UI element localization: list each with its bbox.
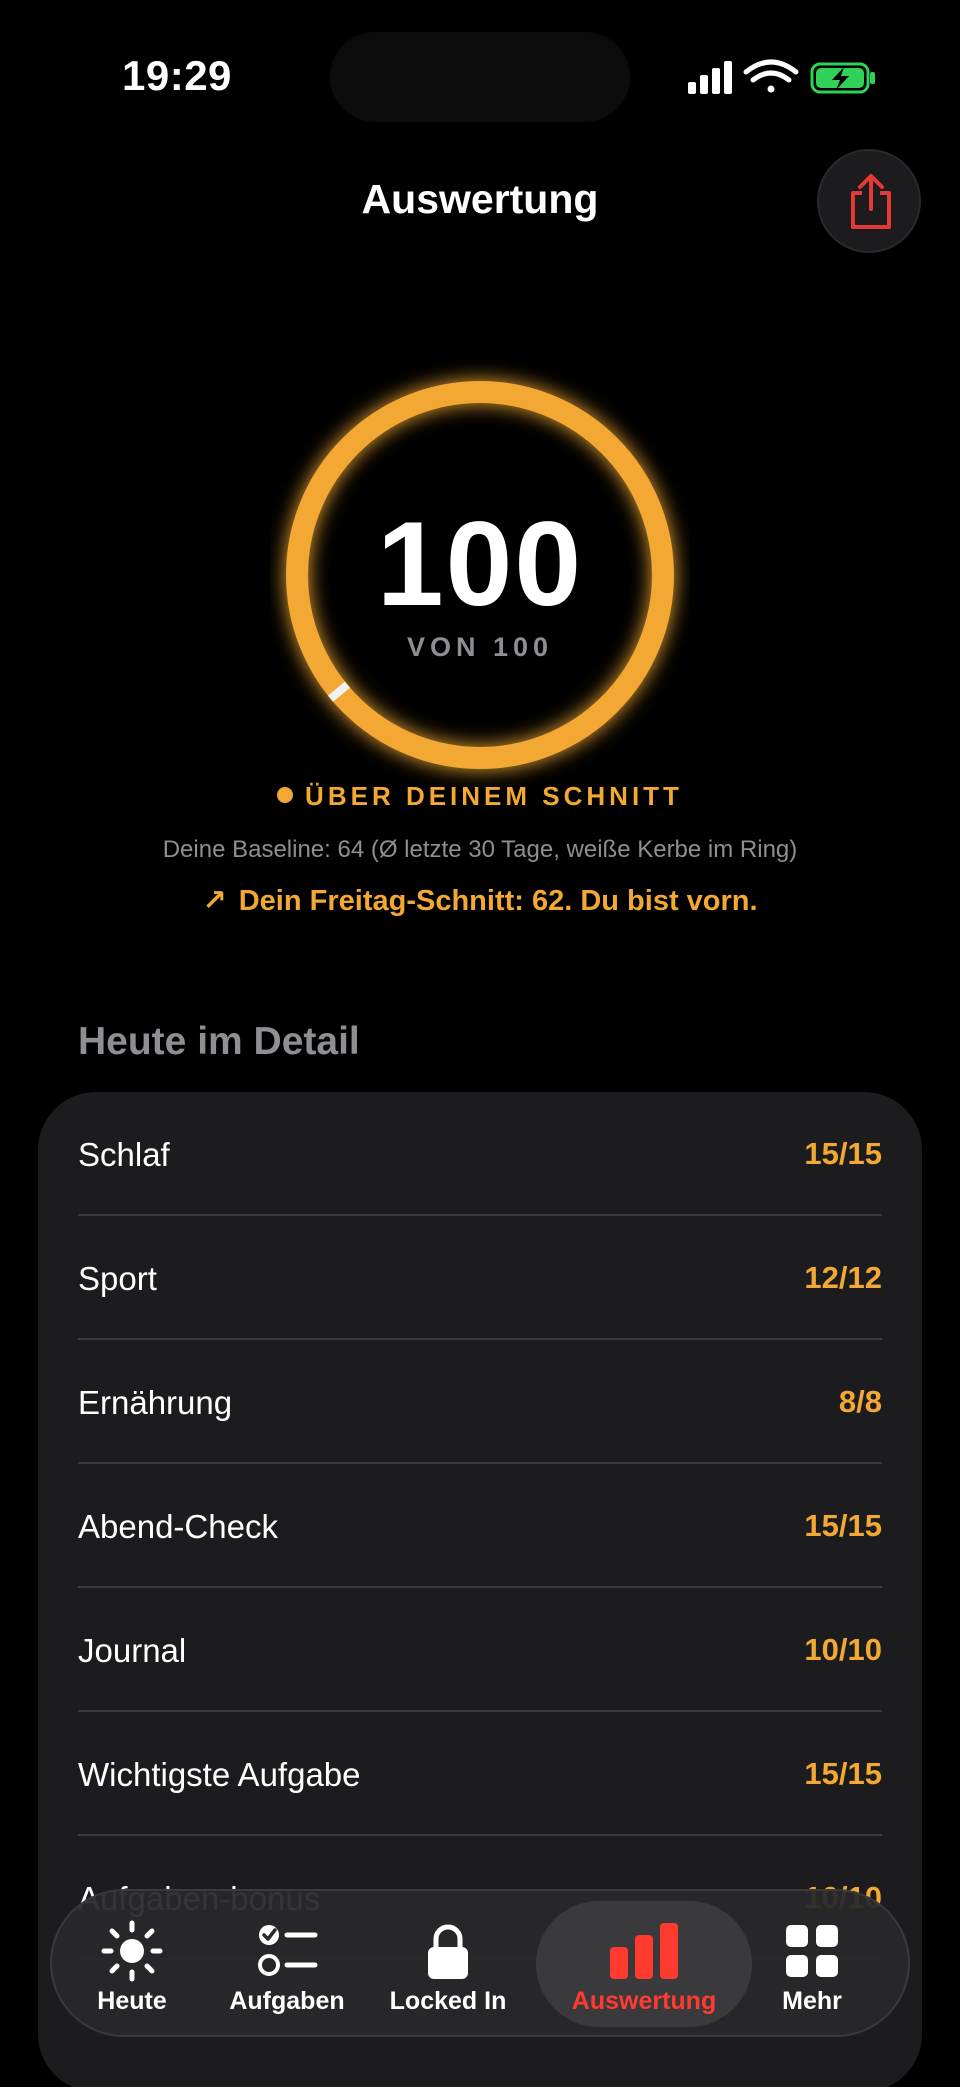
detail-row-journal[interactable]: Journal 10/10 xyxy=(78,1588,882,1712)
wifi-icon xyxy=(743,59,799,93)
status-text: ÜBER DEINEM SCHNITT xyxy=(305,781,683,811)
bar-chart-icon xyxy=(610,1923,678,1979)
tab-locked-in[interactable]: Locked In xyxy=(368,1891,528,2035)
detail-row-label: Wichtigste Aufgabe xyxy=(78,1756,361,1793)
detail-row-value: 15/15 xyxy=(804,1756,882,1791)
tab-auswertung[interactable]: Auswertung xyxy=(536,1901,752,2027)
checklist-icon xyxy=(258,1925,318,1976)
tab-label: Auswertung xyxy=(571,1987,717,2015)
status-icons xyxy=(688,59,875,94)
status-badge: ÜBER DEINEM SCHNITT xyxy=(0,781,960,812)
score-value: 100 xyxy=(376,497,584,631)
detail-row-abend-check[interactable]: Abend-Check 15/15 xyxy=(78,1464,882,1588)
detail-row-label: Schlaf xyxy=(78,1136,170,1173)
tab-label: Aufgaben xyxy=(229,1987,345,2015)
tab-label: Locked In xyxy=(389,1987,507,2015)
detail-row-value: 15/15 xyxy=(804,1136,882,1171)
tab-bar: Heute Aufgaben Locked In Auswertung Mehr xyxy=(50,1889,910,2037)
detail-row-value: 12/12 xyxy=(804,1260,882,1295)
detail-row-label: Sport xyxy=(78,1260,157,1297)
tab-heute[interactable]: Heute xyxy=(52,1891,212,2035)
detail-row-wichtigste-aufgabe[interactable]: Wichtigste Aufgabe 15/15 xyxy=(78,1712,882,1836)
tab-mehr[interactable]: Mehr xyxy=(732,1891,892,2035)
score-subtitle: VON 100 xyxy=(406,632,554,662)
cellular-signal-icon xyxy=(688,61,732,94)
detail-row-sport[interactable]: Sport 12/12 xyxy=(78,1216,882,1340)
comparison-line: ↗ Dein Freitag-Schnitt: 62. Du bist vorn. xyxy=(0,883,960,918)
share-icon xyxy=(851,174,891,229)
status-dot-icon xyxy=(277,787,294,803)
tab-label: Heute xyxy=(97,1987,167,2015)
share-button[interactable] xyxy=(817,149,921,253)
detail-row-value: 15/15 xyxy=(804,1508,882,1543)
detail-row-label: Ernährung xyxy=(78,1384,233,1421)
section-title: Heute im Detail xyxy=(78,1020,360,1063)
tab-label: Mehr xyxy=(782,1987,842,2015)
detail-row-value: 10/10 xyxy=(804,1632,882,1667)
detail-row-label: Abend-Check xyxy=(78,1508,278,1545)
battery-charging-icon xyxy=(810,62,875,94)
dynamic-island xyxy=(330,32,630,122)
comparison-text: Dein Freitag-Schnitt: 62. Du bist vorn. xyxy=(238,885,758,917)
tab-aufgaben[interactable]: Aufgaben xyxy=(207,1891,367,2035)
detail-row-value: 8/8 xyxy=(838,1384,882,1419)
page-title: Auswertung xyxy=(361,176,599,222)
sun-icon xyxy=(101,1920,163,1982)
detail-row-label: Journal xyxy=(78,1632,187,1669)
baseline-text: Deine Baseline: 64 (Ø letzte 30 Tage, we… xyxy=(162,836,798,863)
lock-icon xyxy=(428,1924,468,1979)
grid-icon xyxy=(786,1925,838,1977)
arrow-up-right-icon: ↗ xyxy=(202,885,227,917)
detail-row-schlaf[interactable]: Schlaf 15/15 xyxy=(78,1092,882,1216)
status-time: 19:29 xyxy=(122,52,232,99)
detail-row-ernaehrung[interactable]: Ernährung 8/8 xyxy=(78,1340,882,1464)
